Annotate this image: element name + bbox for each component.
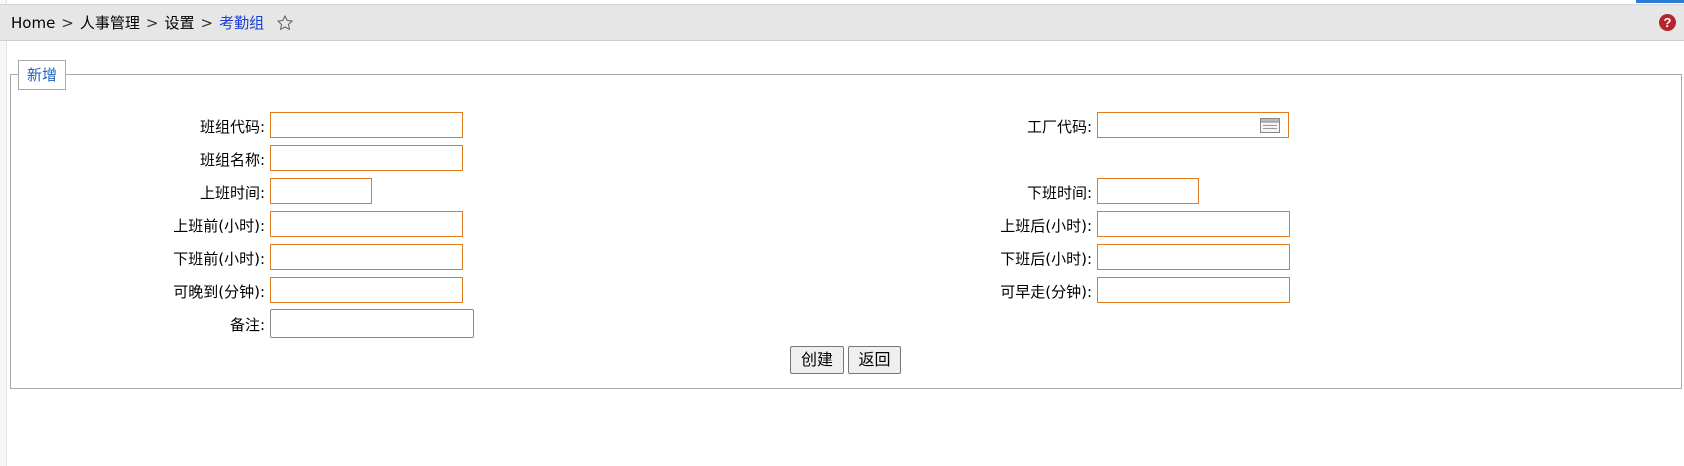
help-icon[interactable]: ? xyxy=(1659,14,1676,31)
banzu-code-input[interactable] xyxy=(270,112,463,138)
label-work-start: 上班时间: xyxy=(199,184,265,202)
label-late-allowed: 可晚到(分钟): xyxy=(173,283,265,301)
label-factory-code: 工厂代码: xyxy=(1026,118,1092,136)
late-allowed-input[interactable] xyxy=(270,277,463,303)
breadcrumb-hr[interactable]: 人事管理 xyxy=(80,12,140,33)
label-after-work: 上班后(小时): xyxy=(1000,217,1092,235)
label-work-end: 下班时间: xyxy=(1026,184,1092,202)
top-accent-bar xyxy=(1636,0,1684,3)
star-outline-icon[interactable] xyxy=(276,14,294,32)
factory-code-input[interactable] xyxy=(1097,112,1289,138)
work-end-input[interactable] xyxy=(1097,178,1199,204)
label-remark: 备注: xyxy=(229,316,265,334)
breadcrumb-bar: Home > 人事管理 > 设置 > 考勤组 ? xyxy=(0,4,1684,41)
calendar-icon[interactable] xyxy=(1260,118,1280,133)
back-button[interactable]: 返回 xyxy=(848,346,901,374)
breadcrumb-separator: > xyxy=(61,13,74,32)
breadcrumb-separator: > xyxy=(145,13,159,32)
label-banzu-name: 班组名称: xyxy=(199,151,265,169)
before-off-input[interactable] xyxy=(270,244,463,270)
label-early-leave: 可早走(分钟): xyxy=(1000,283,1092,301)
breadcrumb-home[interactable]: Home xyxy=(11,14,55,32)
label-before-work: 上班前(小时): xyxy=(173,217,265,235)
after-work-input[interactable] xyxy=(1097,211,1290,237)
after-off-input[interactable] xyxy=(1097,244,1290,270)
early-leave-input[interactable] xyxy=(1097,277,1290,303)
work-start-input[interactable] xyxy=(270,178,372,204)
label-banzu-code: 班组代码: xyxy=(199,118,265,136)
breadcrumb-current[interactable]: 考勤组 xyxy=(219,12,264,33)
label-before-off: 下班前(小时): xyxy=(173,250,265,268)
banzu-name-input[interactable] xyxy=(270,145,463,171)
left-rail xyxy=(0,0,7,466)
remark-input[interactable] xyxy=(270,309,474,338)
section-legend: 新增 xyxy=(18,60,67,90)
label-after-off: 下班后(小时): xyxy=(1000,250,1092,268)
before-work-input[interactable] xyxy=(270,211,463,237)
breadcrumb-separator: > xyxy=(200,13,214,32)
create-button[interactable]: 创建 xyxy=(790,346,844,374)
breadcrumb-settings[interactable]: 设置 xyxy=(164,12,194,33)
breadcrumb: Home > 人事管理 > 设置 > 考勤组 xyxy=(11,5,294,40)
